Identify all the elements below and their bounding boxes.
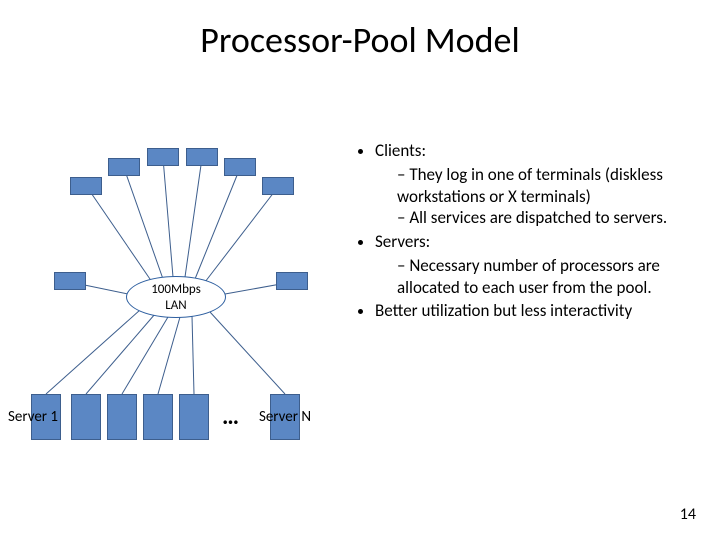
bullet-text: Clients: They log in one of terminals (d… <box>355 140 705 322</box>
terminal-icon <box>262 177 294 195</box>
bullet-servers-sub1: Necessary number of processors are alloc… <box>397 255 660 298</box>
server-icon <box>143 394 173 440</box>
page-number: 14 <box>680 505 696 524</box>
terminal-icon <box>276 272 308 290</box>
server-n-label: Server N <box>250 408 320 426</box>
terminal-icon <box>224 158 256 176</box>
bullet-clients: Clients: <box>375 140 426 161</box>
terminal-icon <box>186 148 218 166</box>
slide-title: Processor-Pool Model <box>0 18 720 62</box>
ellipsis-icon: … <box>222 402 243 431</box>
network-diagram: 100Mbps LAN Server 1 Server N … <box>0 132 352 456</box>
bullet-servers: Servers: <box>375 231 430 252</box>
bullet-util: Better utilization but less interactivit… <box>375 300 632 321</box>
terminal-icon <box>108 158 140 176</box>
server-icon <box>71 394 101 440</box>
hub-label-line1: 100Mbps <box>151 282 201 297</box>
server-icon <box>179 394 209 440</box>
terminal-icon <box>70 177 102 195</box>
terminal-icon <box>147 148 179 166</box>
terminal-icon <box>54 272 86 290</box>
lan-hub: 100Mbps LAN <box>126 276 226 318</box>
bullet-clients-sub2: All services are dispatched to servers. <box>409 207 667 228</box>
server-icon <box>107 394 137 440</box>
bullet-clients-sub1: They log in one of terminals (diskless w… <box>397 164 663 207</box>
hub-label-line2: LAN <box>165 298 186 313</box>
server-1-label: Server 1 <box>4 408 62 426</box>
